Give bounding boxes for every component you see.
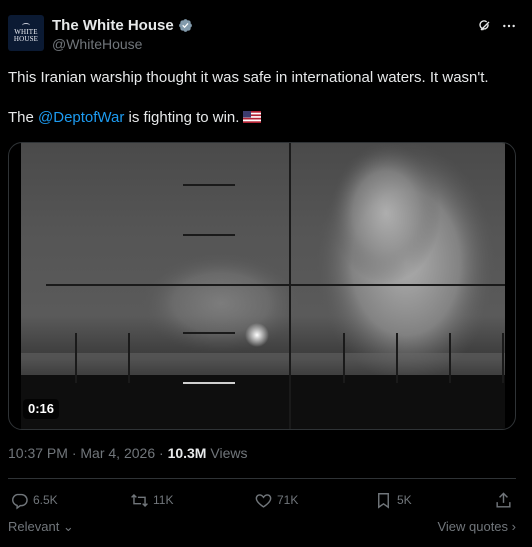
sort-relevant-dropdown[interactable]: Relevant ⌄: [8, 519, 74, 535]
share-icon: [496, 491, 511, 508]
tweet-time[interactable]: 10:37 PM: [8, 445, 68, 461]
tweet-text-suffix: is fighting to win.: [124, 109, 240, 126]
avatar[interactable]: WHITE HOUSE: [8, 15, 44, 51]
tweet-date[interactable]: Mar 4, 2026: [80, 445, 155, 461]
heart-icon: [255, 493, 272, 508]
meta-separator: ·: [71, 445, 77, 461]
tweet-text-line1: This Iranian warship thought it was safe…: [8, 69, 489, 86]
repost-button[interactable]: 11K: [130, 490, 173, 510]
chevron-down-icon: ⌄: [59, 519, 74, 534]
video-player[interactable]: 0:16: [8, 142, 516, 430]
views-label: Views: [210, 445, 248, 461]
bookmark-count: 5K: [397, 493, 412, 507]
sort-relevant-label: Relevant: [8, 519, 60, 534]
thermal-scope-frame: [21, 143, 505, 429]
reply-button[interactable]: 6.5K: [10, 490, 58, 510]
repost-icon: [131, 493, 148, 507]
views-count: 10.3M: [167, 445, 207, 461]
tweet-meta: 10:37 PM · Mar 4, 2026 · 10.3M Views: [8, 445, 247, 461]
divider: [8, 478, 516, 479]
tweet-text-prefix: The: [8, 109, 39, 126]
tweet: WHITE HOUSE The White House @WhiteHouse …: [0, 0, 532, 547]
repost-count: 11K: [153, 493, 174, 507]
video-duration: 0:16: [23, 399, 60, 419]
tweet-text-line2: The @DeptofWar is fighting to win.: [8, 108, 524, 128]
video-frame[interactable]: [21, 143, 505, 429]
sort-row: Relevant ⌄ View quotes ›: [8, 519, 524, 537]
view-quotes-label: View quotes: [437, 519, 509, 534]
action-bar: 6.5K 11K 71K 5K: [8, 490, 518, 510]
bookmark-icon: [378, 492, 389, 509]
verified-badge-icon: [178, 18, 192, 32]
chevron-right-icon: ›: [508, 519, 516, 534]
tweet-text: This Iranian warship thought it was safe…: [8, 68, 524, 128]
mention-link[interactable]: @DeptofWar: [38, 109, 124, 126]
reply-count: 6.5K: [33, 493, 58, 507]
avatar-logo-line2: HOUSE: [13, 35, 39, 43]
meta-separator: ·: [159, 445, 164, 461]
us-flag-icon: [243, 111, 262, 123]
share-button[interactable]: [494, 490, 517, 510]
bookmark-button[interactable]: 5K: [374, 490, 412, 510]
like-count: 71K: [277, 493, 299, 507]
author-name-row[interactable]: The White House: [52, 16, 193, 34]
view-quotes-link[interactable]: View quotes ›: [437, 519, 516, 534]
like-button[interactable]: 71K: [254, 490, 298, 510]
author-name[interactable]: The White House: [52, 17, 174, 34]
more-options-icon[interactable]: [501, 18, 517, 34]
author-handle[interactable]: @WhiteHouse: [52, 36, 142, 52]
reply-icon: [12, 493, 28, 509]
grok-icon[interactable]: [477, 18, 493, 34]
